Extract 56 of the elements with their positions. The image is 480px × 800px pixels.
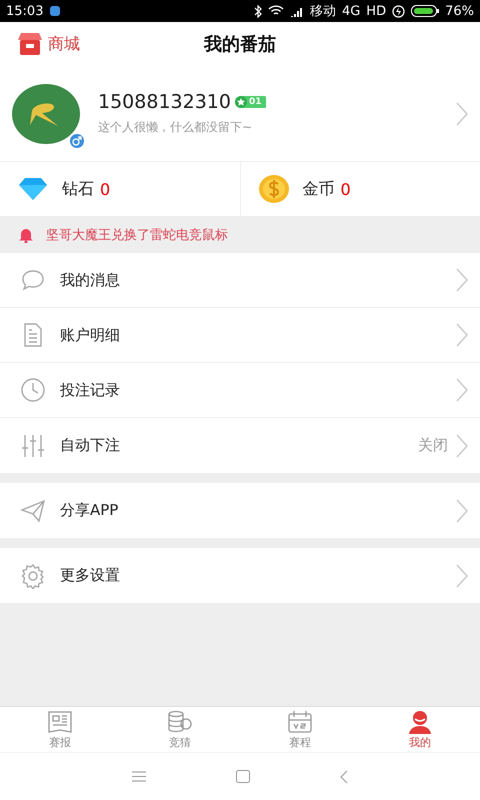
battery-icon: [411, 5, 440, 17]
row-value: 关闭: [418, 436, 448, 455]
level-badge: 01: [234, 96, 266, 108]
carrier-label: 移动: [310, 3, 336, 20]
calendar-icon: [287, 710, 313, 734]
menu-row[interactable]: 投注记录: [0, 363, 480, 418]
hd-label: HD: [366, 4, 386, 18]
chevron-icon: [456, 102, 468, 126]
newspaper-icon: [47, 710, 73, 734]
notice-text: 坚哥大魔王兑换了雷蛇电竞鼠标: [46, 226, 228, 244]
chevron-icon: [456, 498, 468, 522]
chevron-icon: [456, 268, 468, 292]
battery-percent: 76%: [445, 4, 474, 18]
diamond-icon: [18, 177, 48, 201]
tab-item[interactable]: 赛报: [0, 707, 120, 752]
wallet-value: 0: [100, 180, 110, 198]
chevron-icon: [456, 378, 468, 402]
signal-icon: [290, 5, 304, 17]
coin-icon: [258, 175, 288, 203]
menu-row[interactable]: 分享APP: [0, 483, 480, 538]
gear-icon: [20, 562, 46, 588]
coin-stack-icon: [167, 710, 193, 734]
page-title: 我的番茄: [204, 33, 276, 56]
wallet-label: 金币: [302, 178, 334, 200]
menu-row[interactable]: 更多设置: [0, 548, 480, 603]
chevron-icon: [456, 434, 468, 458]
chevron-icon: [456, 564, 468, 588]
tab-item[interactable]: 赛程: [240, 707, 360, 752]
menu-row[interactable]: 自动下注 关闭: [0, 418, 480, 473]
paper-plane-icon: [20, 498, 46, 524]
bell-icon: [18, 226, 34, 242]
profile-card[interactable]: 15088132310 01 这个人很懒，什么都没留下~: [0, 66, 480, 162]
menu-row[interactable]: 账户明细: [0, 308, 480, 363]
charging-icon: [392, 4, 406, 18]
wallet-value: 0: [340, 180, 351, 198]
tab-item[interactable]: 我的: [360, 707, 480, 752]
phone-number: 15088132310: [98, 91, 231, 113]
bluetooth-icon: [254, 4, 262, 18]
wallet-label: 钻石: [62, 178, 94, 200]
wifi-icon: [268, 5, 284, 17]
notification-icon: [49, 5, 62, 17]
storefront-icon: [18, 33, 42, 55]
tab-item[interactable]: 竞猜: [120, 707, 240, 752]
shop-link[interactable]: 商城: [18, 33, 80, 55]
status-time: 15:03: [6, 4, 44, 18]
menu-icon[interactable]: [132, 771, 146, 782]
home-icon[interactable]: [236, 770, 250, 783]
chevron-icon: [456, 323, 468, 347]
network-label: 4G: [342, 4, 360, 18]
clock-icon: [20, 377, 46, 403]
back-icon[interactable]: [340, 770, 348, 784]
bio-text: 这个人很懒，什么都没留下~: [98, 119, 254, 136]
user-icon: [407, 710, 433, 734]
menu-row[interactable]: 我的消息: [0, 253, 480, 308]
sliders-icon: [20, 432, 46, 458]
male-badge: [68, 132, 86, 150]
